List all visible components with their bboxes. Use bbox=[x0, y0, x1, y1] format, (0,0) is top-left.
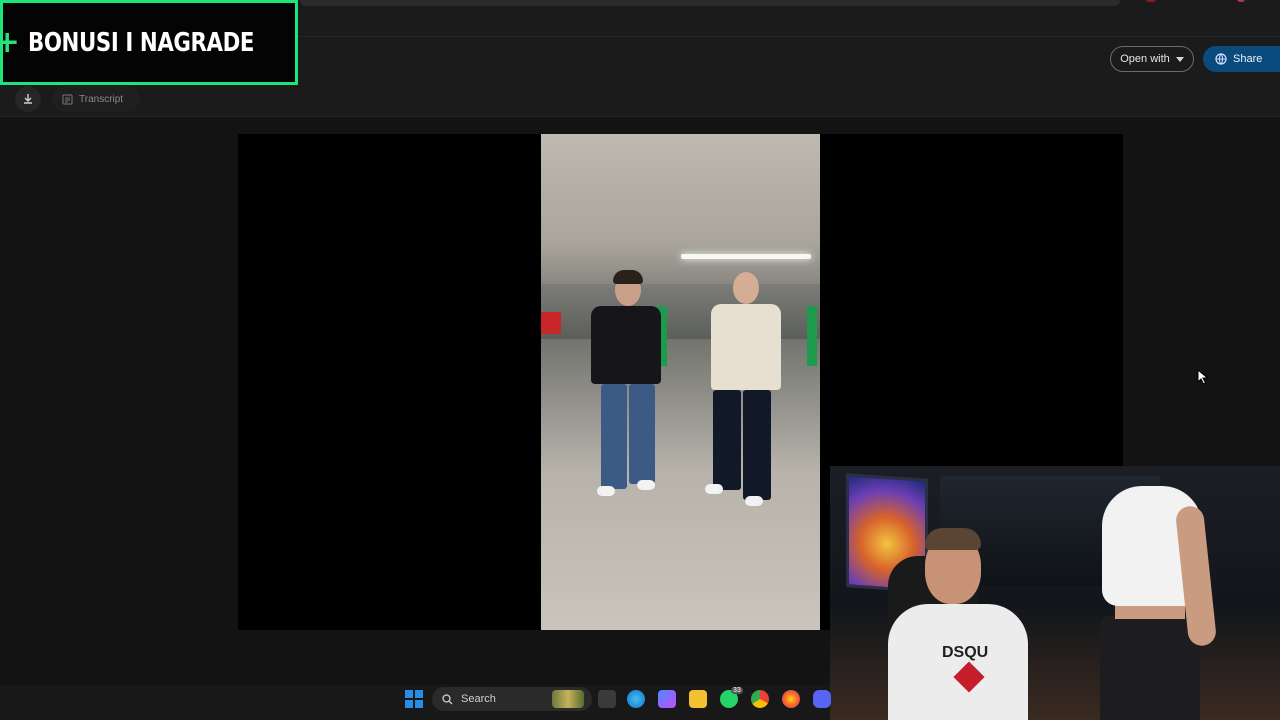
promo-text: BONUSI I NAGRADE bbox=[27, 27, 254, 58]
transcript-icon bbox=[62, 94, 73, 104]
woman-pants bbox=[1100, 616, 1200, 720]
person-left bbox=[571, 270, 671, 504]
streamer-shirt bbox=[888, 604, 1028, 720]
search-icon bbox=[442, 693, 453, 704]
person-right bbox=[701, 272, 801, 522]
share-button[interactable]: Share bbox=[1203, 46, 1280, 72]
task-view-icon[interactable] bbox=[598, 690, 616, 708]
search-highlight-icon[interactable] bbox=[552, 690, 584, 708]
download-icon bbox=[24, 94, 32, 104]
open-with-label: Open with bbox=[1120, 53, 1170, 65]
download-button[interactable] bbox=[15, 86, 41, 112]
mouse-cursor-icon bbox=[1197, 369, 1209, 385]
copilot-icon[interactable] bbox=[658, 690, 676, 708]
video-frame[interactable] bbox=[541, 134, 820, 630]
folder-icon[interactable] bbox=[689, 690, 707, 708]
ceiling-light bbox=[681, 254, 811, 259]
promo-banner[interactable]: + BONUSI I NAGRADE bbox=[0, 0, 298, 85]
chrome-icon[interactable] bbox=[751, 690, 769, 708]
transcript-label: Transcript bbox=[79, 93, 124, 105]
profile-icon[interactable] bbox=[1237, 0, 1245, 2]
green-pillar bbox=[807, 306, 817, 366]
streamer-hair bbox=[925, 528, 981, 550]
plus-icon: + bbox=[0, 24, 20, 60]
whatsapp-badge: 33 bbox=[731, 687, 743, 694]
address-bar[interactable] bbox=[300, 0, 1120, 6]
extension-icon[interactable] bbox=[1146, 0, 1156, 2]
edge-icon[interactable] bbox=[627, 690, 645, 708]
viewer-subbar bbox=[0, 82, 1280, 117]
discord-icon[interactable] bbox=[813, 690, 831, 708]
share-label: Share bbox=[1233, 53, 1263, 65]
shirt-print: DSQU bbox=[942, 644, 989, 661]
firefox-icon[interactable] bbox=[782, 690, 800, 708]
transcript-button[interactable]: Transcript bbox=[52, 86, 140, 112]
red-sign bbox=[541, 312, 561, 334]
caret-down-icon bbox=[1175, 56, 1184, 62]
taskbar-search-label: Search bbox=[461, 693, 496, 705]
open-with-button[interactable]: Open with bbox=[1110, 46, 1194, 72]
globe-icon bbox=[1215, 53, 1227, 65]
windows-start-icon[interactable] bbox=[405, 690, 423, 708]
webcam-overlay: DSQU bbox=[830, 466, 1280, 720]
